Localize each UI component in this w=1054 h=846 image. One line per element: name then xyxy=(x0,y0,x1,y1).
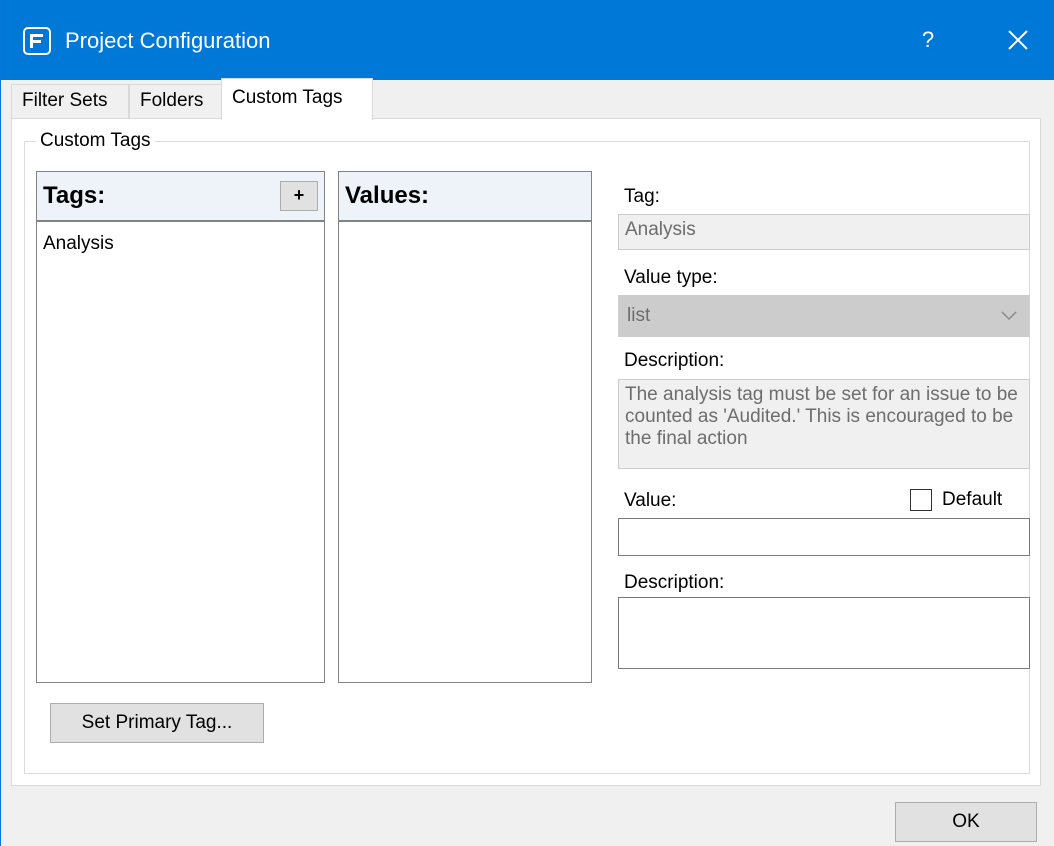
value-type-selected: list xyxy=(627,305,651,326)
values-list[interactable]: Values: xyxy=(338,171,592,683)
close-button[interactable] xyxy=(991,14,1045,66)
project-configuration-dialog: Project Configuration ? Filter Sets Fold… xyxy=(0,0,1054,846)
dialog-footer: OK xyxy=(1,786,1054,846)
value-label: Value: xyxy=(624,490,677,511)
tab-folders[interactable]: Folders xyxy=(129,84,223,118)
add-tag-button[interactable]: + xyxy=(280,181,318,211)
ok-button[interactable]: OK xyxy=(895,802,1037,842)
default-label: Default xyxy=(942,489,1003,510)
tags-list-header: Tags: + xyxy=(37,172,324,222)
window-title: Project Configuration xyxy=(65,28,271,53)
value-input[interactable] xyxy=(618,518,1030,556)
tab-filter-sets[interactable]: Filter Sets xyxy=(11,84,129,118)
value-description-label: Description: xyxy=(624,572,725,593)
custom-tags-panel: Custom Tags Tags: + Analysis Values: Tag… xyxy=(11,118,1041,786)
tag-name-field[interactable]: Analysis xyxy=(618,214,1030,250)
tag-description-field[interactable]: The analysis tag must be set for an issu… xyxy=(618,379,1030,469)
values-list-header: Values: xyxy=(339,172,591,222)
tags-list[interactable]: Tags: + Analysis xyxy=(36,171,325,683)
values-header: Values: xyxy=(345,182,430,209)
value-type-select[interactable]: list xyxy=(618,295,1030,337)
chevron-down-icon xyxy=(1001,311,1017,321)
tags-header: Tags: xyxy=(43,182,106,209)
app-icon xyxy=(23,27,51,55)
group-label: Custom Tags xyxy=(36,128,155,154)
value-type-label: Value type: xyxy=(624,267,718,288)
tag-label: Tag: xyxy=(624,186,660,207)
tab-custom-tags[interactable]: Custom Tags xyxy=(221,78,373,120)
default-checkbox[interactable] xyxy=(910,489,932,511)
help-button[interactable]: ? xyxy=(901,14,955,66)
list-item[interactable]: Analysis xyxy=(43,232,114,256)
close-icon xyxy=(1008,30,1028,50)
value-description-input[interactable] xyxy=(618,597,1030,669)
description-label: Description: xyxy=(624,350,725,371)
title-bar: Project Configuration ? xyxy=(1,0,1054,80)
tab-strip: Filter Sets Folders Custom Tags xyxy=(11,78,1041,120)
set-primary-tag-button[interactable]: Set Primary Tag... xyxy=(50,703,264,743)
